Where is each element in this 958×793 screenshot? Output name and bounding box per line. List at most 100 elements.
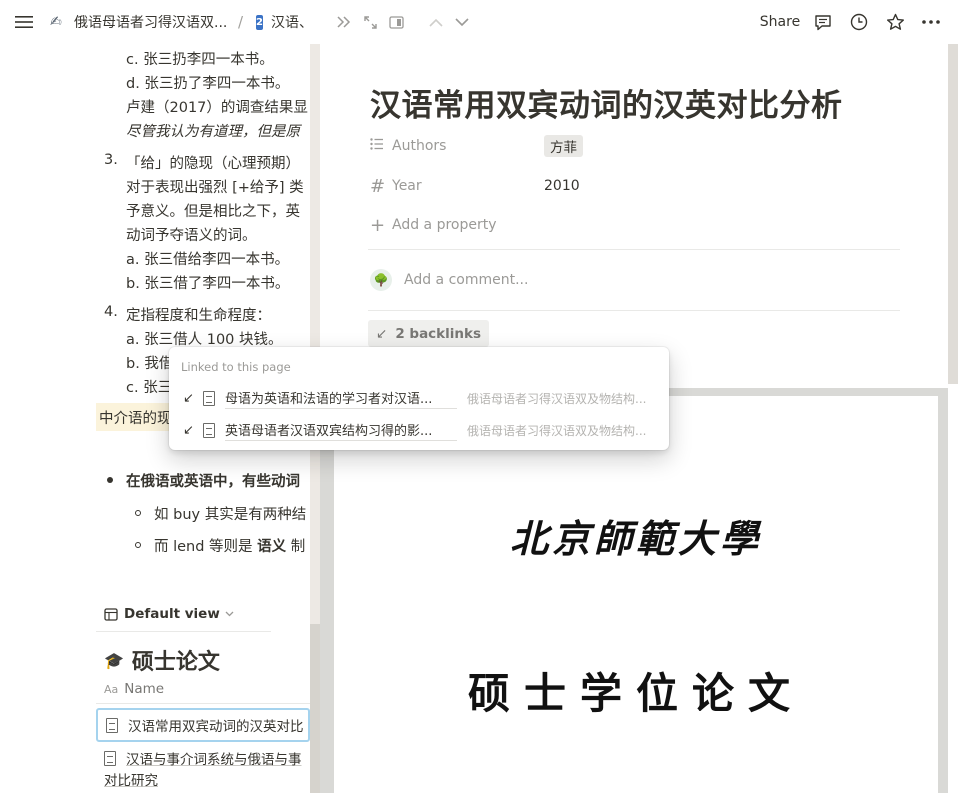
plus-icon: + bbox=[370, 214, 386, 236]
property-authors[interactable]: Authors bbox=[370, 131, 446, 161]
document-icon bbox=[203, 390, 215, 406]
document-icon bbox=[203, 422, 215, 438]
text-line: 尽管我认为有道理，但是原 bbox=[126, 124, 300, 140]
property-year-value[interactable]: 2010 bbox=[544, 171, 580, 201]
table-row-title-cont: 对比研究 bbox=[104, 773, 158, 789]
database-title-label: 硕士论文 bbox=[131, 650, 220, 675]
peek-topbar: Share bbox=[310, 0, 958, 44]
arrow-down-left-icon: ↙ bbox=[376, 325, 388, 342]
breadcrumb-parent[interactable]: ✍ 俄语母语者习得汉语双... bbox=[50, 0, 232, 44]
side-peek-icon[interactable] bbox=[384, 0, 408, 44]
text-property-icon: Aa bbox=[104, 682, 119, 696]
table-row[interactable]: 汉语与事介词系统与俄语与事 对比研究 bbox=[104, 750, 310, 792]
row-divider bbox=[96, 703, 310, 704]
sub-bullet-text: 而 lend 等则是 语义 制 bbox=[154, 535, 305, 556]
backlink-item[interactable]: ↙ 母语为英语和法语的学习者对汉语... 俄语母语者习得汉语双及物结构... bbox=[183, 384, 663, 412]
arrow-down-left-icon: ↙ bbox=[183, 390, 194, 406]
property-label: Authors bbox=[392, 138, 447, 154]
table-row-title: 汉语与事介词系统与俄语与事 bbox=[126, 752, 302, 768]
thesis-heading: 硕士学位论文 bbox=[467, 669, 804, 718]
backlink-source: 俄语母语者习得汉语双及物结构... bbox=[467, 391, 647, 406]
comment-icon[interactable] bbox=[810, 0, 836, 44]
sub-bullet-text-a: 而 lend 等则是 bbox=[154, 539, 253, 555]
share-button[interactable]: Share bbox=[758, 0, 802, 44]
backlinks-button[interactable]: ↙ 2 backlinks bbox=[368, 320, 490, 347]
left-topbar: ✍ 俄语母语者习得汉语双... / 2 汉语、 bbox=[0, 0, 310, 44]
left-scrollbar-thumb[interactable] bbox=[310, 624, 320, 793]
avatar: 🌳 bbox=[370, 269, 392, 291]
add-comment-input[interactable]: 🌳 Add a comment... bbox=[370, 269, 528, 291]
add-property-button[interactable]: + Add a property bbox=[370, 210, 497, 240]
list-number: 4. bbox=[104, 304, 118, 320]
graduation-cap-icon: 🎓 bbox=[104, 650, 124, 670]
backlink-item[interactable]: ↙ 英语母语者汉语双宾结构习得的影... 俄语母语者习得汉语双及物结构... bbox=[183, 416, 663, 444]
property-label: Year bbox=[392, 178, 422, 194]
chevron-down-icon bbox=[225, 611, 234, 617]
backlinks-label: 2 backlinks bbox=[395, 325, 482, 342]
breadcrumb-current[interactable]: 2 汉语、 bbox=[256, 0, 310, 44]
history-clock-icon[interactable] bbox=[846, 0, 872, 44]
number-badge-icon: 2 bbox=[256, 14, 263, 30]
peek-scrollbar-thumb[interactable] bbox=[948, 44, 958, 384]
backlinks-popup: Linked to this page ↙ 母语为英语和法语的学习者对汉语...… bbox=[169, 347, 669, 450]
page-title[interactable]: 汉语常用双宾动词的汉英对比分析 bbox=[370, 80, 843, 125]
text-line: 「给」的隐现（心理预期） bbox=[126, 156, 300, 172]
document-icon bbox=[106, 717, 118, 733]
text-line: 予意义。但是相比之下，英 bbox=[126, 204, 300, 220]
table-icon bbox=[104, 607, 118, 621]
text-line: c. 张三扔李四一本书。 bbox=[126, 52, 274, 68]
table-row[interactable]: 汉语常用双宾动词的汉英对比 bbox=[96, 708, 310, 742]
circle-bullet-icon bbox=[135, 542, 141, 548]
circle-bullet-icon bbox=[135, 510, 141, 516]
sub-bullet-bold: 语义 bbox=[257, 539, 287, 555]
default-view-label: Default view bbox=[124, 606, 220, 622]
author-tag: 方菲 bbox=[544, 135, 583, 157]
chevron-down-icon[interactable] bbox=[450, 0, 474, 44]
bullet-text: 在俄语或英语中，有些动词 bbox=[126, 474, 300, 490]
backlink-source: 俄语母语者习得汉语双及物结构... bbox=[467, 423, 647, 438]
breadcrumb-separator: / bbox=[238, 13, 244, 31]
pdf-page: 北京師範大學 硕士学位论文 bbox=[334, 396, 938, 793]
database-title[interactable]: 🎓 硕士论文 bbox=[104, 644, 220, 676]
popup-label: Linked to this page bbox=[181, 360, 291, 374]
sub-bullet-text-c: 制 bbox=[290, 539, 306, 555]
document-icon bbox=[104, 751, 116, 766]
text-line: 对于表现出强烈 [+给予] 类 bbox=[126, 180, 304, 196]
column-header-label: Name bbox=[124, 681, 165, 697]
text-line: 动词予夺语义的词。 bbox=[126, 228, 257, 244]
menu-icon[interactable] bbox=[10, 0, 38, 44]
divider bbox=[368, 249, 900, 250]
default-view-button[interactable]: Default view bbox=[104, 604, 234, 624]
university-calligraphy: 北京師範大學 bbox=[509, 516, 762, 561]
add-comment-placeholder: Add a comment... bbox=[404, 272, 529, 288]
add-property-label: Add a property bbox=[392, 217, 497, 233]
text-line: a. 张三借人 100 块钱。 bbox=[126, 332, 283, 348]
more-options-icon[interactable] bbox=[918, 0, 944, 44]
close-peek-icon[interactable] bbox=[332, 0, 356, 44]
star-icon[interactable] bbox=[882, 0, 908, 44]
text-line: b. 张三借了李四一本书。 bbox=[126, 276, 290, 292]
text-line: d. 张三扔了李四一本书。 bbox=[126, 76, 290, 92]
column-header-name[interactable]: Aa Name bbox=[104, 681, 164, 697]
expand-icon[interactable] bbox=[358, 0, 382, 44]
chevron-up-icon[interactable] bbox=[424, 0, 448, 44]
property-authors-value[interactable]: 方菲 bbox=[544, 131, 583, 161]
text-line: 卢建（2017）的调查结果显 bbox=[126, 100, 308, 116]
text-line: a. 张三借给李四一本书。 bbox=[126, 252, 290, 268]
text-line: 定指程度和生命程度： bbox=[126, 308, 271, 324]
list-icon bbox=[370, 138, 392, 154]
list-number: 3. bbox=[104, 152, 118, 168]
text-line: b. 我借 bbox=[126, 356, 174, 372]
breadcrumb-current-label: 汉语、 bbox=[270, 15, 310, 31]
text-line: c. 张三 bbox=[126, 380, 173, 396]
breadcrumb-parent-label: 俄语母语者习得汉语双... bbox=[74, 15, 228, 31]
bullet-icon bbox=[107, 477, 113, 483]
pen-icon: ✍ bbox=[50, 14, 62, 30]
table-row-title: 汉语常用双宾动词的汉英对比 bbox=[128, 719, 304, 735]
property-year[interactable]: # Year bbox=[370, 171, 422, 201]
highlighted-text: 中介语的现 bbox=[99, 411, 172, 427]
backlink-title: 母语为英语和法语的学习者对汉语... bbox=[225, 388, 457, 409]
divider bbox=[368, 310, 900, 311]
backlink-title: 英语母语者汉语双宾结构习得的影... bbox=[225, 420, 457, 441]
view-tab-divider bbox=[96, 631, 271, 632]
